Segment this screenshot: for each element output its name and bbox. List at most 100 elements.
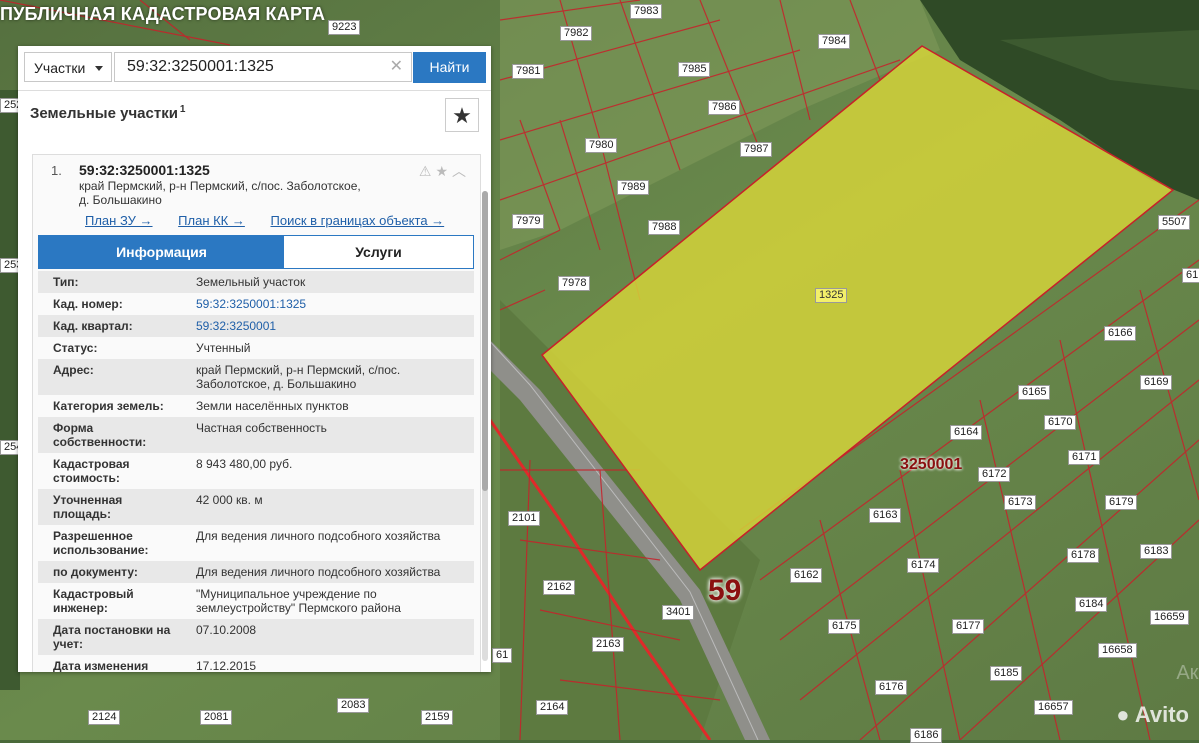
parcel-label[interactable]: 9223 (328, 20, 361, 35)
search-button[interactable]: Найти (413, 52, 486, 83)
parcel-label[interactable]: 61 (1182, 268, 1199, 283)
highlight-parcel-label[interactable]: 1325 (815, 288, 848, 303)
chevron-down-icon (95, 66, 103, 71)
row-value: Для ведения личного подсобного хозяйства (196, 565, 441, 579)
table-row: Категория земель: Земли населённых пункто… (38, 395, 474, 417)
parcel-label[interactable]: 2159 (421, 710, 454, 725)
close-icon[interactable]: ✕ (390, 53, 403, 81)
table-row: Адрес: край Пермский, р-н Пермский, с/пос… (38, 359, 474, 395)
parcel-label[interactable]: 6164 (950, 425, 983, 440)
parcel-label[interactable]: 2101 (508, 511, 541, 526)
parcel-label[interactable]: 2124 (88, 710, 121, 725)
row-value: 07.10.2008 (196, 623, 257, 637)
row-value[interactable]: 59:32:3250001 (178, 319, 466, 333)
scrollbar[interactable] (482, 191, 488, 661)
parcel-label[interactable]: 6185 (990, 666, 1023, 681)
parcel-label[interactable]: 7981 (512, 64, 545, 79)
row-value: 42 000 кв. м (196, 493, 263, 507)
parcel-label[interactable]: 7978 (558, 276, 591, 291)
parcel-label[interactable]: 7987 (740, 142, 773, 157)
parcel-label[interactable]: 16658 (1098, 643, 1137, 658)
parcel-label[interactable]: 7988 (648, 220, 681, 235)
row-value[interactable]: 59:32:3250001:1325 (178, 297, 466, 311)
parcel-label[interactable]: 61 (492, 648, 513, 663)
parcel-label[interactable]: 6179 (1105, 495, 1138, 510)
tab-info[interactable]: Информация (39, 236, 284, 268)
parcel-label[interactable]: 6183 (1140, 544, 1173, 559)
row-key: по документу: (53, 565, 138, 579)
parcel-label[interactable]: 6171 (1068, 450, 1101, 465)
parcel-label[interactable]: 7980 (585, 138, 618, 153)
scrollbar-thumb[interactable] (482, 191, 488, 491)
row-key: Дата постановки на учет: (53, 623, 171, 651)
parcel-label[interactable]: 7986 (708, 100, 741, 115)
row-value: Частная собственность (196, 421, 327, 435)
parcel-label[interactable]: 6173 (1004, 495, 1037, 510)
favorite-button[interactable]: ★ (445, 98, 479, 132)
result-cadastral-id[interactable]: 59:32:3250001:1325 (79, 162, 210, 178)
chevron-up-icon[interactable]: ︿ (452, 163, 470, 179)
parcel-label[interactable]: 7979 (512, 214, 545, 229)
parcel-label[interactable]: 6169 (1140, 375, 1173, 390)
row-value: "Муниципальное учреждение по землеустрой… (196, 587, 401, 615)
parcel-label[interactable]: 5507 (1158, 215, 1191, 230)
parcel-label[interactable]: 2083 (337, 698, 370, 713)
parcel-label[interactable]: 7983 (630, 4, 663, 19)
parcel-label[interactable]: 6175 (828, 619, 861, 634)
tab-services[interactable]: Услуги (284, 236, 473, 268)
parcel-label[interactable]: 2162 (543, 580, 576, 595)
parcel-label[interactable]: 6186 (910, 728, 943, 743)
parcel-label[interactable]: 6166 (1104, 326, 1137, 341)
result-address: край Пермский, р-н Пермский, с/пос. Забо… (79, 179, 409, 207)
table-row: Дата постановки на учет: 07.10.2008 (38, 619, 474, 655)
parcel-label[interactable]: 6178 (1067, 548, 1100, 563)
row-key: Дата изменения (53, 659, 149, 672)
row-value: 17.12.2015 (196, 659, 257, 672)
parcel-label[interactable]: 16659 (1150, 610, 1189, 625)
table-row: по документу: Для ведения личного подсобн… (38, 561, 474, 583)
row-key: Категория земель: (53, 399, 164, 413)
parcel-label[interactable]: 3401 (662, 605, 695, 620)
table-row: Форма собственности: Частная собственност… (38, 417, 474, 453)
parcel-label[interactable]: 6165 (1018, 385, 1051, 400)
parcel-label[interactable]: 2163 (592, 637, 625, 652)
table-row: Уточненная площадь: 42 000 кв. м (38, 489, 474, 525)
parcel-label[interactable]: 6184 (1075, 597, 1108, 612)
parcel-label[interactable]: 6174 (907, 558, 940, 573)
warning-icon[interactable]: ⚠ (419, 163, 436, 179)
search-within-link[interactable]: Поиск в границах объекта → (271, 213, 445, 228)
parcel-label[interactable]: 7985 (678, 62, 711, 77)
plan-kk-link[interactable]: План КК → (178, 213, 245, 228)
table-row: Кад. номер: 59:32:3250001:1325 (38, 293, 474, 315)
search-scope-select[interactable]: Участки (24, 52, 112, 82)
parcel-label[interactable]: 7989 (617, 180, 650, 195)
parcel-label[interactable]: 6162 (790, 568, 823, 583)
search-bar: Участки 59:32:3250001:1325 ✕ Найти (18, 46, 491, 91)
row-key: Кад. квартал: (53, 319, 133, 333)
row-key: Форма собственности: (53, 421, 147, 449)
parcel-label[interactable]: 7984 (818, 34, 851, 49)
table-row: Кадастровая стоимость: 8 943 480,00 руб. (38, 453, 474, 489)
star-icon[interactable]: ★ (435, 163, 452, 179)
parcel-label[interactable]: 6170 (1044, 415, 1077, 430)
table-row: Тип: Земельный участок (38, 271, 474, 293)
parcel-label[interactable]: 16657 (1034, 700, 1073, 715)
parcel-label[interactable]: 2164 (536, 700, 569, 715)
parcel-label[interactable]: 6163 (869, 508, 902, 523)
result-index: 1. (51, 163, 62, 178)
parcel-label[interactable]: 7982 (560, 26, 593, 41)
quarter-label: 3250001 (900, 456, 963, 473)
row-key: Кад. номер: (53, 297, 123, 311)
row-value: Учтенный (196, 341, 251, 355)
parcel-label[interactable]: 2081 (200, 710, 233, 725)
row-key: Адрес: (53, 363, 94, 377)
row-key: Кадастровый инженер: (53, 587, 134, 615)
parcel-label[interactable]: 6176 (875, 680, 908, 695)
search-input[interactable]: 59:32:3250001:1325 ✕ (114, 52, 412, 82)
result-count: 1 (179, 104, 186, 115)
parcel-label[interactable]: 6177 (952, 619, 985, 634)
avito-watermark: ● Avito (1116, 702, 1189, 727)
plan-zu-link[interactable]: План ЗУ → (85, 213, 153, 228)
table-row: Статус: Учтенный (38, 337, 474, 359)
parcel-label[interactable]: 6172 (978, 467, 1011, 482)
